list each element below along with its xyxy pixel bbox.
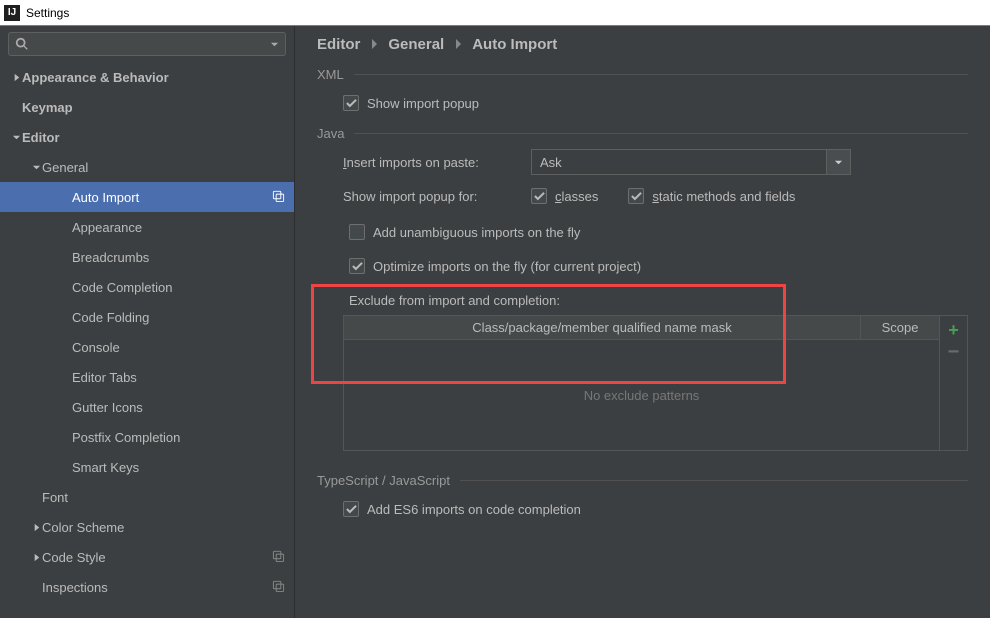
tree-item-label: General xyxy=(42,160,286,175)
section-label: TypeScript / JavaScript xyxy=(317,473,450,488)
section-label: XML xyxy=(317,67,344,82)
project-scope-icon xyxy=(272,579,286,595)
chevron-down-icon xyxy=(826,150,850,174)
section-java: Java xyxy=(317,126,968,141)
tree-item-editor-tabs[interactable]: Editor Tabs xyxy=(0,362,294,392)
tree-item-gutter-icons[interactable]: Gutter Icons xyxy=(0,392,294,422)
tree-item-label: Editor xyxy=(22,130,286,145)
insert-imports-select[interactable]: Ask xyxy=(531,149,851,175)
tree-item-inspections[interactable]: Inspections xyxy=(0,572,294,602)
tree-item-appearance-behavior[interactable]: Appearance & Behavior xyxy=(0,62,294,92)
tree-item-label: Breadcrumbs xyxy=(72,250,286,265)
exclude-col-name[interactable]: Class/package/member qualified name mask xyxy=(344,316,861,339)
tree-item-label: Auto Import xyxy=(72,190,272,205)
tree-item-label: Editor Tabs xyxy=(72,370,286,385)
section-ts: TypeScript / JavaScript xyxy=(317,473,968,488)
classes-label: classes xyxy=(555,189,598,204)
tree-item-console[interactable]: Console xyxy=(0,332,294,362)
tree-item-label: Code Folding xyxy=(72,310,286,325)
show-import-popup-checkbox[interactable] xyxy=(343,95,359,111)
tree-item-color-scheme[interactable]: Color Scheme xyxy=(0,512,294,542)
tree-item-postfix-completion[interactable]: Postfix Completion xyxy=(0,422,294,452)
es6-imports-checkbox[interactable] xyxy=(343,501,359,517)
search-icon xyxy=(15,37,29,51)
section-label: Java xyxy=(317,126,344,141)
breadcrumb-item[interactable]: Editor xyxy=(317,36,360,53)
tree-item-label: Font xyxy=(42,490,286,505)
tree-item-label: Inspections xyxy=(42,580,272,595)
show-popup-for-label: Show import popup for: xyxy=(343,189,523,204)
chevron-right-icon xyxy=(370,36,378,53)
exclude-label: Exclude from import and completion: xyxy=(349,293,560,308)
unambiguous-label: Add unambiguous imports on the fly xyxy=(373,225,580,240)
tree-item-label: Appearance & Behavior xyxy=(22,70,286,85)
tree-arrow-icon xyxy=(30,163,42,172)
select-value: Ask xyxy=(532,150,826,174)
tree-item-label: Postfix Completion xyxy=(72,430,286,445)
tree-item-general[interactable]: General xyxy=(0,152,294,182)
exclude-empty-text: No exclude patterns xyxy=(344,340,939,450)
settings-search-input[interactable] xyxy=(8,32,286,56)
tree-item-code-folding[interactable]: Code Folding xyxy=(0,302,294,332)
tree-item-label: Code Completion xyxy=(72,280,286,295)
tree-item-label: Appearance xyxy=(72,220,286,235)
tree-item-label: Smart Keys xyxy=(72,460,286,475)
section-xml: XML xyxy=(317,67,968,82)
settings-tree: Appearance & Behavior Keymap Editor General… xyxy=(0,60,294,618)
tree-arrow-icon xyxy=(30,553,42,562)
breadcrumb: Editor General Auto Import xyxy=(317,36,968,53)
tree-item-label: Keymap xyxy=(22,100,286,115)
tree-arrow-icon xyxy=(30,523,42,532)
exclude-col-scope[interactable]: Scope xyxy=(861,316,939,339)
tree-item-auto-import[interactable]: Auto Import xyxy=(0,182,294,212)
project-scope-icon xyxy=(272,189,286,205)
tree-arrow-icon xyxy=(10,73,22,82)
show-import-popup-label: Show import popup xyxy=(367,96,479,111)
app-icon: IJ xyxy=(4,5,20,21)
es6-imports-label: Add ES6 imports on code completion xyxy=(367,502,581,517)
tree-item-label: Gutter Icons xyxy=(72,400,286,415)
tree-arrow-icon xyxy=(10,133,22,142)
unambiguous-checkbox[interactable] xyxy=(349,224,365,240)
add-exclude-button[interactable]: + xyxy=(948,320,959,341)
breadcrumb-item[interactable]: General xyxy=(388,36,444,53)
tree-item-breadcrumbs[interactable]: Breadcrumbs xyxy=(0,242,294,272)
tree-item-code-style[interactable]: Code Style xyxy=(0,542,294,572)
tree-item-smart-keys[interactable]: Smart Keys xyxy=(0,452,294,482)
remove-exclude-button[interactable]: − xyxy=(948,347,960,357)
exclude-table: Class/package/member qualified name mask… xyxy=(343,315,968,451)
static-label: static methods and fields xyxy=(652,189,795,204)
chevron-right-icon xyxy=(454,36,462,53)
window-titlebar: IJ Settings xyxy=(0,0,990,26)
tree-item-editor[interactable]: Editor xyxy=(0,122,294,152)
breadcrumb-item: Auto Import xyxy=(472,36,557,53)
settings-sidebar: Appearance & Behavior Keymap Editor General… xyxy=(0,26,295,618)
tree-item-font[interactable]: Font xyxy=(0,482,294,512)
project-scope-icon xyxy=(272,549,286,565)
tree-item-keymap[interactable]: Keymap xyxy=(0,92,294,122)
tree-item-code-completion[interactable]: Code Completion xyxy=(0,272,294,302)
classes-checkbox[interactable] xyxy=(531,188,547,204)
settings-main-panel: Editor General Auto Import XML Show impo… xyxy=(295,26,990,618)
insert-imports-label: Insert imports on paste: xyxy=(343,155,523,170)
optimize-checkbox[interactable] xyxy=(349,258,365,274)
chevron-down-icon xyxy=(270,40,279,49)
tree-item-label: Code Style xyxy=(42,550,272,565)
window-title: Settings xyxy=(26,6,69,20)
tree-item-appearance[interactable]: Appearance xyxy=(0,212,294,242)
optimize-label: Optimize imports on the fly (for current… xyxy=(373,259,641,274)
tree-item-label: Console xyxy=(72,340,286,355)
tree-item-label: Color Scheme xyxy=(42,520,286,535)
static-checkbox[interactable] xyxy=(628,188,644,204)
